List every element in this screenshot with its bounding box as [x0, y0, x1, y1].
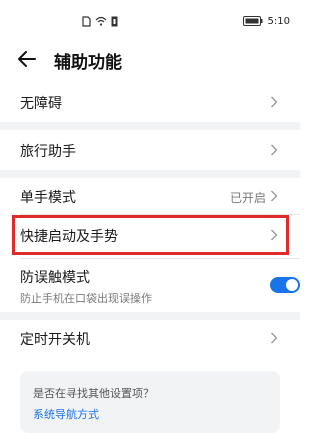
section-separator — [0, 312, 300, 320]
notification-icon — [111, 16, 118, 26]
arrow-left-icon[interactable] — [16, 48, 38, 70]
row-description: 防止手机在口袋出现误操作 — [20, 292, 152, 305]
suggestion-card: 是否在寻找其他设置项？ 系统导航方式 — [20, 371, 280, 433]
page-title: 辅助功能 — [54, 53, 122, 73]
chevron-right-icon — [271, 190, 278, 202]
row-label: 单手模式 — [20, 190, 76, 206]
status-bar: 5:10 — [0, 0, 300, 36]
sim-card-icon — [82, 15, 91, 27]
row-label: 无障碍 — [20, 96, 62, 112]
wifi-icon — [95, 16, 107, 26]
section-separator — [0, 170, 300, 178]
toggle-knob — [286, 279, 298, 291]
status-value: 已开启 — [229, 191, 266, 205]
row-divider — [20, 258, 300, 259]
status-right: 5:10 — [242, 14, 290, 28]
settings-row-scheduled-power[interactable]: 定时开关机 — [0, 320, 300, 356]
settings-row-one-hand-mode[interactable]: 单手模式 已开启 — [0, 178, 300, 214]
chevron-right-icon — [271, 332, 278, 344]
settings-row-accessibility[interactable]: 无障碍 — [0, 82, 300, 122]
suggestion-question: 是否在寻找其他设置项？ — [33, 387, 154, 400]
highlight-box — [12, 215, 289, 255]
settings-row-accidental-touch: 防误触模式 防止手机在口袋出现误操作 — [0, 260, 300, 312]
app-bar: 辅助功能 — [0, 40, 300, 80]
chevron-right-icon — [271, 96, 278, 108]
system-navigation-link[interactable]: 系统导航方式 — [33, 406, 99, 422]
status-icons — [82, 14, 118, 28]
battery-icon — [242, 16, 263, 26]
row-label: 旅行助手 — [20, 144, 76, 160]
row-label: 防误触模式 — [20, 270, 90, 286]
section-separator — [0, 122, 300, 130]
accidental-touch-toggle[interactable] — [270, 277, 300, 293]
clock: 5:10 — [267, 15, 290, 27]
row-label: 定时开关机 — [20, 332, 90, 348]
settings-row-travel-assistant[interactable]: 旅行助手 — [0, 130, 300, 170]
chevron-right-icon — [271, 144, 278, 156]
